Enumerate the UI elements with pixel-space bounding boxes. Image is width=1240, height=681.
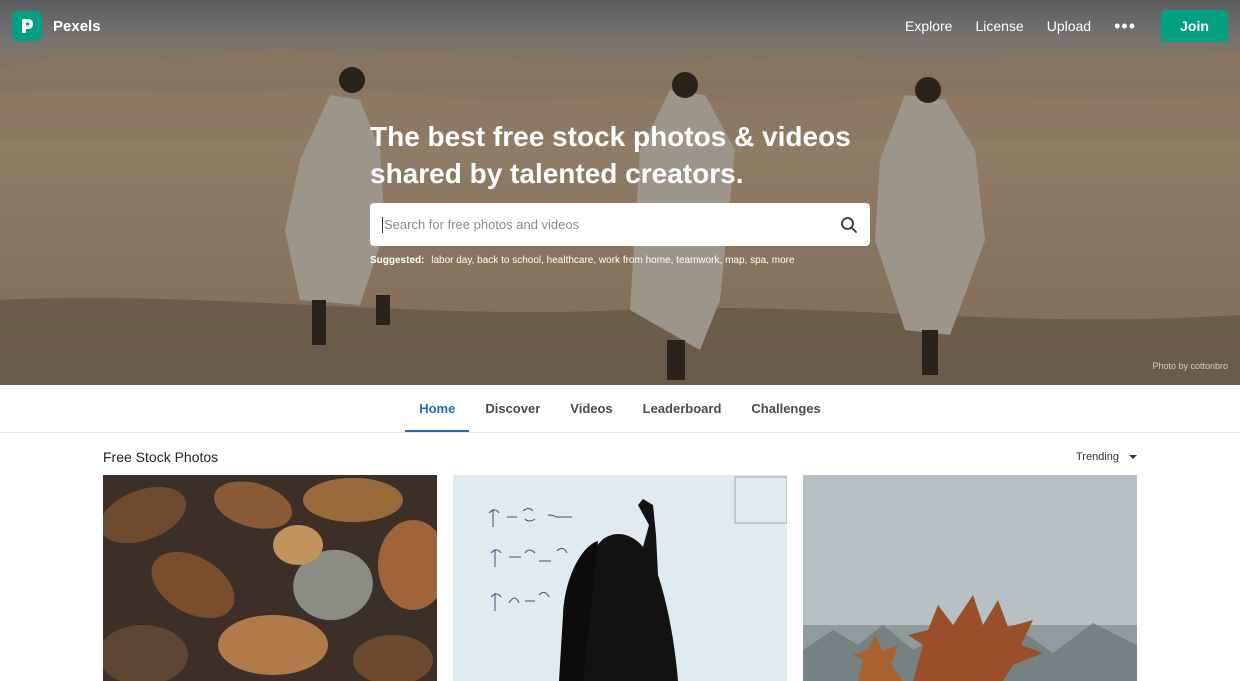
tab-discover[interactable]: Discover	[471, 385, 554, 432]
photo-grid	[103, 475, 1137, 681]
search-bar[interactable]: Search for free photos and videos	[370, 203, 870, 246]
tab-challenges[interactable]: Challenges	[737, 385, 834, 432]
hero-banner: Pexels Explore License Upload ••• Join T…	[0, 0, 1240, 385]
section-title: Free Stock Photos	[103, 449, 219, 465]
ellipsis-icon[interactable]: •••	[1114, 17, 1136, 35]
tab-bar: Home Discover Videos Leaderboard Challen…	[0, 385, 1240, 433]
logo[interactable]: Pexels	[12, 11, 101, 41]
nav-explore[interactable]: Explore	[905, 18, 952, 34]
nav-menu: Explore License Upload ••• Join	[905, 10, 1228, 42]
nav-upload[interactable]: Upload	[1047, 18, 1091, 34]
photo-credit[interactable]: Photo by cottonbro	[1152, 361, 1228, 371]
suggested-links[interactable]: labor day, back to school, healthcare, w…	[431, 255, 794, 266]
nav-license[interactable]: License	[975, 18, 1023, 34]
photo-card[interactable]	[453, 475, 787, 681]
sort-dropdown[interactable]: Trending	[1076, 451, 1137, 463]
tab-leaderboard[interactable]: Leaderboard	[629, 385, 736, 432]
text-cursor	[382, 216, 383, 233]
logo-text: Pexels	[53, 17, 101, 35]
search-icon[interactable]	[840, 216, 858, 234]
search-input[interactable]: Search for free photos and videos	[384, 217, 579, 232]
maple-leaf-image	[803, 475, 1137, 681]
section-header: Free Stock Photos Trending	[103, 447, 1137, 467]
pexels-logo-icon	[12, 11, 42, 41]
tab-home[interactable]: Home	[405, 385, 470, 432]
top-navbar: Pexels Explore License Upload ••• Join	[0, 0, 1240, 52]
whiteboard-silhouette-image	[453, 475, 787, 681]
sort-label: Trending	[1075, 451, 1119, 463]
suggested-label: Suggested:	[370, 255, 425, 266]
hero-photo	[0, 49, 1240, 385]
chevron-down-icon	[1129, 455, 1137, 459]
join-button[interactable]: Join	[1161, 10, 1228, 42]
hero-headline: The best free stock photos & videos shar…	[370, 121, 851, 189]
photo-card[interactable]	[103, 475, 437, 681]
photo-card[interactable]	[803, 475, 1137, 681]
tab-videos[interactable]: Videos	[556, 385, 626, 432]
autumn-leaves-image	[103, 475, 437, 681]
suggested-searches: Suggested: labor day, back to school, he…	[370, 255, 795, 266]
